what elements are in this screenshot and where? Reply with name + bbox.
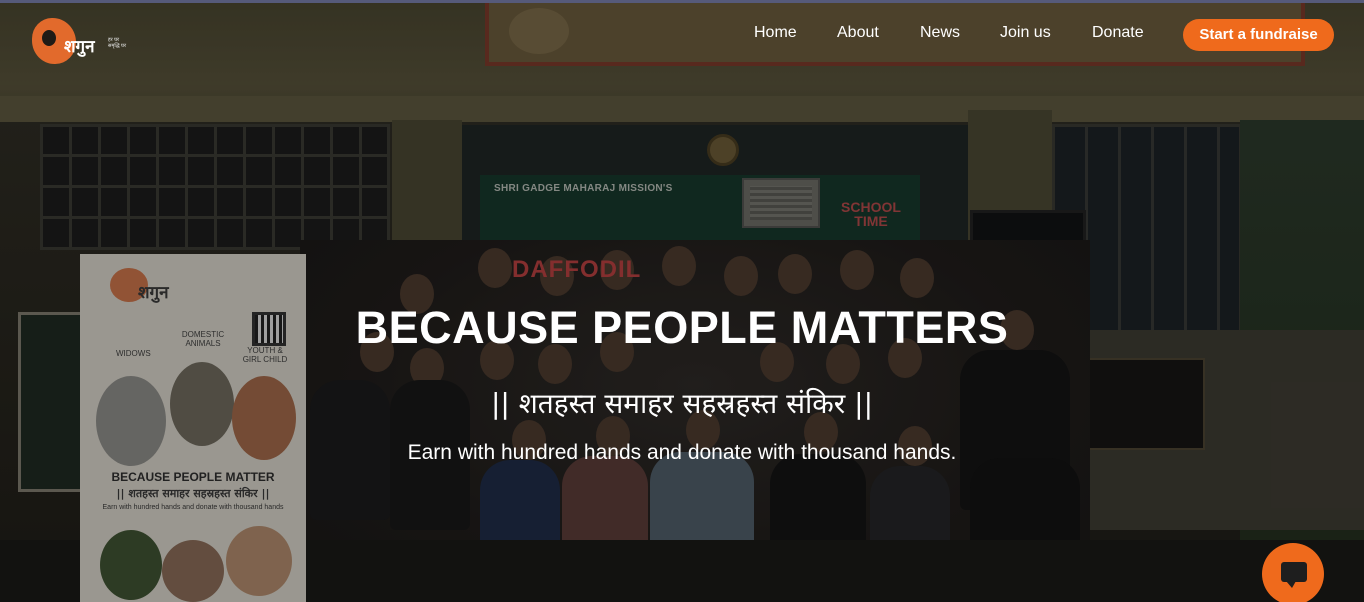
chat-widget-button[interactable] <box>1262 543 1324 602</box>
nav-donate[interactable]: Donate <box>1092 24 1144 42</box>
hero-sanskrit-verse: || शतहस्त समाहर सहस्रहस्त संकिर || <box>490 387 874 420</box>
chat-bubble-icon <box>1281 562 1307 588</box>
nav-home[interactable]: Home <box>754 24 797 42</box>
nav-news[interactable]: News <box>920 24 960 42</box>
nav-join-us[interactable]: Join us <box>1000 24 1051 42</box>
start-fundraise-button[interactable]: Start a fundraise <box>1183 19 1334 51</box>
top-border <box>0 0 1364 3</box>
hero-subline: Earn with hundred hands and donate with … <box>407 441 957 464</box>
dark-overlay <box>0 0 1364 602</box>
hero-headline: BECAUSE PEOPLE MATTERS <box>355 302 1009 353</box>
nav-about[interactable]: About <box>837 24 879 42</box>
main-nav: Home About News Join us Donate <box>0 24 1364 46</box>
